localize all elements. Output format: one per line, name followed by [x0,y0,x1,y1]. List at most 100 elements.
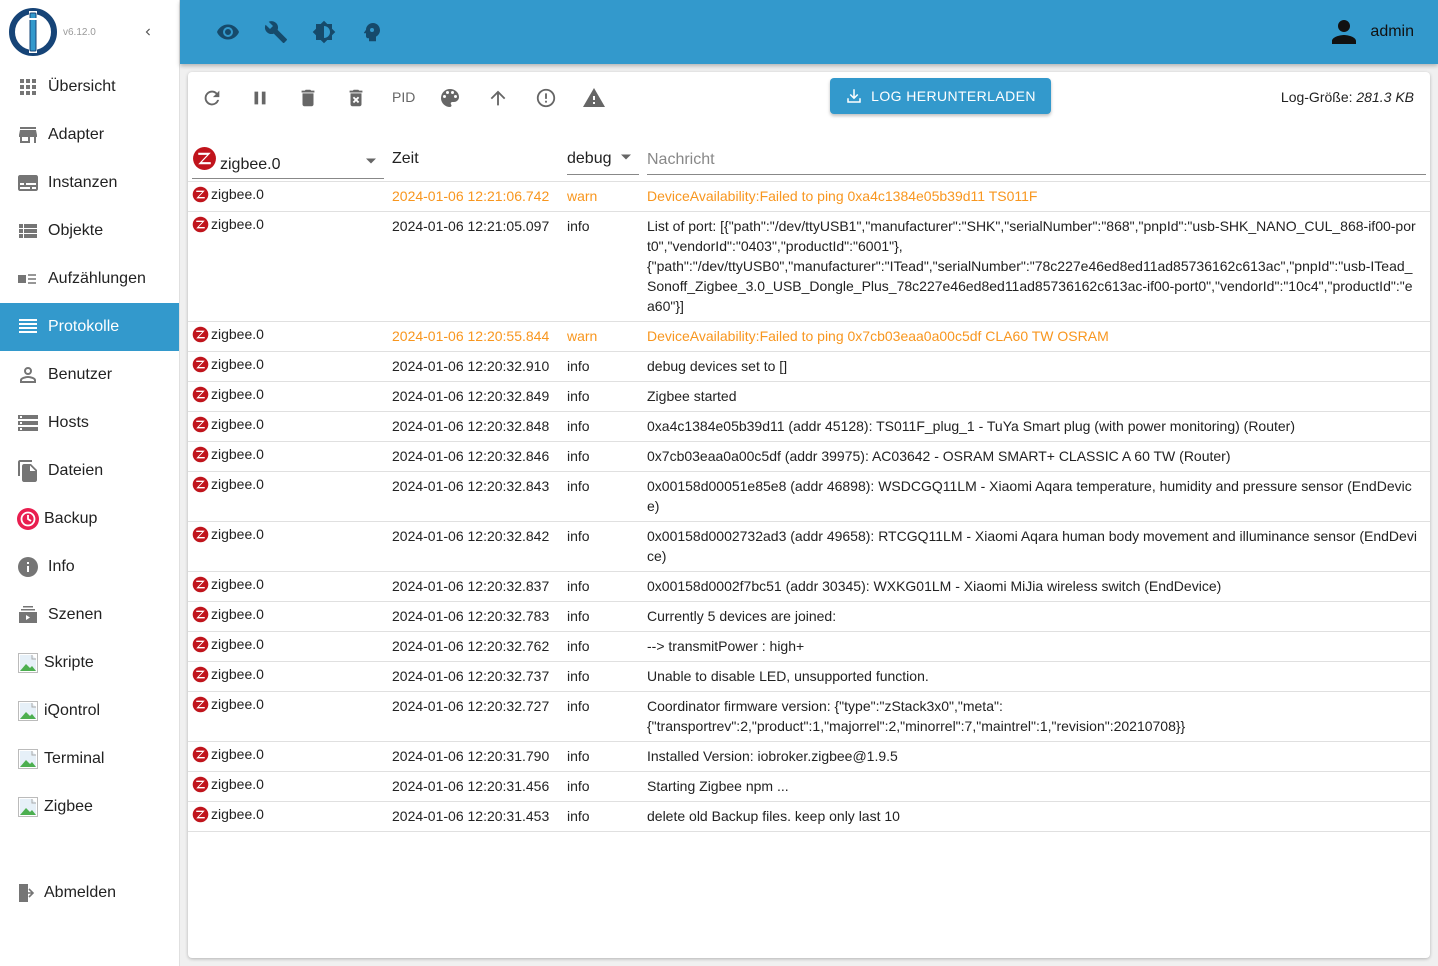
sidebar-item-logout[interactable]: Abmelden [0,869,179,917]
log-time: 2024-01-06 12:20:32.848 [392,418,550,434]
zigbee-icon [192,356,209,373]
pid-toggle[interactable]: PID [392,89,415,105]
iobroker-logo-icon[interactable] [8,7,58,57]
log-time: 2024-01-06 12:20:32.762 [392,638,550,654]
log-message-line: {"path":"/dev/ttyUSB0","manufacturer":"I… [647,258,1413,314]
log-message: 0x00158d00051e85e8 (addr 46898): WSDCGQ1… [643,472,1430,521]
log-message: Zigbee started [643,382,1430,411]
sidebar-item-label: Abmelden [44,884,117,901]
log-level: info [567,528,590,544]
log-source-cell: zigbee.0 [188,322,388,351]
scenes-icon [16,603,40,627]
sidebar-item-iqontrol[interactable]: iQontrol [0,687,179,735]
sidebar-item-terminal[interactable]: Terminal [0,735,179,783]
adapter-filter-select[interactable]: zigbee.0 [192,144,384,179]
log-level: info [567,778,590,794]
message-filter-input[interactable] [647,144,1426,175]
log-source-cell: zigbee.0 [188,772,388,801]
download-icon [847,89,861,103]
sidebar-item-instanzen[interactable]: Instanzen [0,159,179,207]
sidebar-item-protokolle[interactable]: Protokolle [0,303,179,351]
sidebar-item--bersicht[interactable]: Übersicht [0,63,179,111]
download-log-button[interactable]: LOG HERUNTERLADEN [830,78,1051,114]
log-source-cell: zigbee.0 [188,692,388,741]
clear-log-button[interactable] [296,86,320,110]
log-level: info [567,578,590,594]
zigbee-icon [192,606,209,623]
log-row: zigbee.0 2024-01-06 12:20:32.842 info 0x001… [188,521,1430,571]
wrench-icon[interactable] [264,20,288,44]
log-source-cell: zigbee.0 [188,802,388,831]
log-row: zigbee.0 2024-01-06 12:20:55.844 warn Devic… [188,321,1430,351]
log-source: zigbee.0 [211,186,264,202]
log-level: warn [567,328,598,344]
warnings-filter-button[interactable] [582,86,606,110]
log-time: 2024-01-06 12:20:55.844 [392,328,550,344]
level-filter-select[interactable]: debug [567,144,639,175]
pause-button[interactable] [248,86,272,110]
sidebar-item-aufz-hlungen[interactable]: Aufzählungen [0,255,179,303]
log-message: Installed Version: iobroker.zigbee@1.9.5 [643,742,1430,771]
subtitles-icon [16,171,40,195]
log-message: DeviceAvailability:Failed to ping 0xa4c1… [643,182,1430,211]
log-time: 2024-01-06 12:20:31.453 [392,808,550,824]
log-level: info [567,808,590,824]
sidebar-item-skripte[interactable]: Skripte [0,639,179,687]
log-message-line: {"transportrev":2,"product":1,"majorrel"… [647,718,1186,734]
log-level: info [567,478,590,494]
collapse-sidebar-button[interactable] [138,20,158,44]
broken-image-icon [16,795,40,819]
log-message-line: 0x7cb03eaa0a00c5df (addr 39975): AC03642… [647,448,1231,464]
sidebar-item-label: Aufzählungen [48,270,146,287]
log-source-cell: zigbee.0 [188,412,388,441]
download-log-label: LOG HERUNTERLADEN [871,88,1036,104]
log-source-cell: zigbee.0 [188,572,388,601]
log-table: zigbee.0 2024-01-06 12:21:06.742 warn Devic… [188,181,1430,832]
zigbee-icon [192,216,209,233]
brightness-icon[interactable] [312,20,336,44]
info-icon [16,555,40,579]
enum-icon [16,267,40,291]
log-message: Unable to disable LED, unsupported funct… [643,662,1430,691]
sidebar-item-backup[interactable]: Backup [0,495,179,543]
eye-icon[interactable] [216,20,240,44]
sidebar-item-benutzer[interactable]: Benutzer [0,351,179,399]
log-row: zigbee.0 2024-01-06 12:20:31.790 info Insta… [188,741,1430,771]
sidebar-item-hosts[interactable]: Hosts [0,399,179,447]
sidebar-item-dateien[interactable]: Dateien [0,447,179,495]
expert-mode-icon[interactable] [360,20,384,44]
refresh-button[interactable] [200,86,224,110]
sidebar-item-info[interactable]: Info [0,543,179,591]
log-message-line: debug devices set to [] [647,358,788,374]
top-app-bar: admin [180,0,1438,64]
log-row: zigbee.0 2024-01-06 12:21:06.742 warn Devic… [188,181,1430,211]
log-source: zigbee.0 [211,446,264,462]
sidebar-item-szenen[interactable]: Szenen [0,591,179,639]
sidebar-item-label: Terminal [44,750,105,767]
errors-filter-button[interactable] [534,86,558,110]
sidebar-item-zigbee[interactable]: Zigbee [0,783,179,831]
store-icon [16,123,40,147]
log-size-value: 281.3 KB [1356,89,1414,105]
user-menu[interactable]: admin [1326,14,1414,50]
zigbee-icon [192,386,209,403]
delete-log-file-button[interactable] [344,86,368,110]
log-message-line: Zigbee started [647,388,737,404]
arrow-up-icon [490,90,506,106]
sidebar-item-label: Dateien [48,462,104,479]
log-time: 2024-01-06 12:21:06.742 [392,188,550,204]
log-message: 0x00158d0002732ad3 (addr 49658): RTCGQ11… [643,522,1430,571]
log-time: 2024-01-06 12:20:32.837 [392,578,550,594]
color-toggle-button[interactable] [438,86,462,110]
log-source-cell: zigbee.0 [188,212,388,321]
log-message-line: 0xa4c1384e05b39d11 (addr 45128): TS011F_… [647,418,1296,434]
sort-order-button[interactable] [486,86,510,110]
log-time: 2024-01-06 12:20:32.849 [392,388,550,404]
sidebar-item-objekte[interactable]: Objekte [0,207,179,255]
warning-icon [583,88,605,107]
log-message-line: --> transmitPower : high+ [647,638,805,654]
sidebar-item-adapter[interactable]: Adapter [0,111,179,159]
log-time: 2024-01-06 12:20:32.737 [392,668,550,684]
log-row: zigbee.0 2024-01-06 12:20:32.837 info 0x001… [188,571,1430,601]
log-row: zigbee.0 2024-01-06 12:20:32.910 info debug… [188,351,1430,381]
